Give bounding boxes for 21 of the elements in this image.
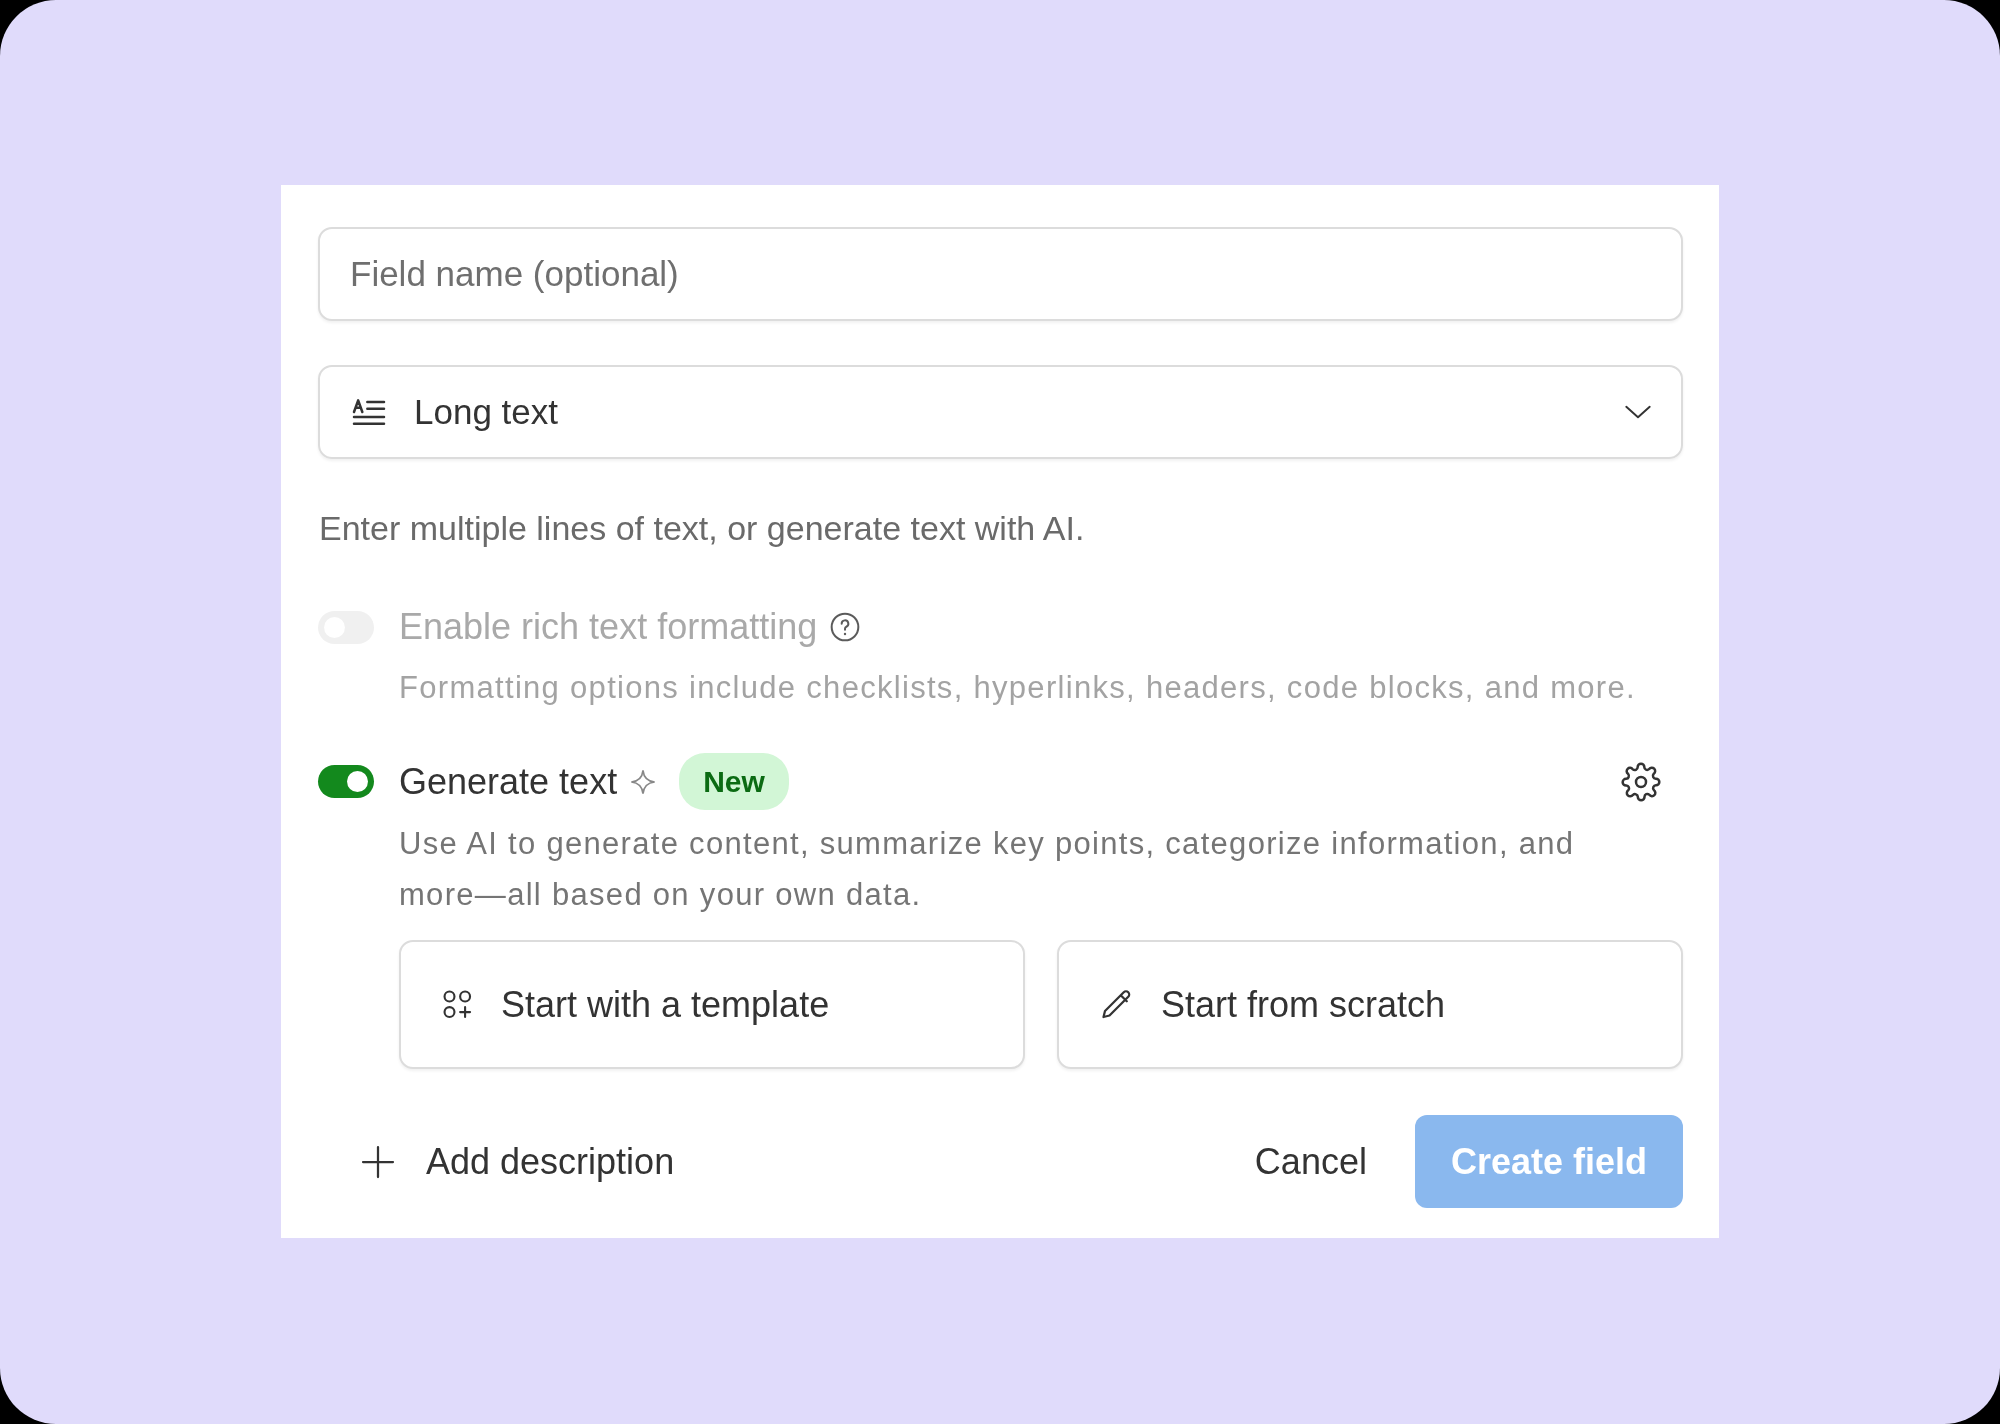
action-button[interactable]: Start from scratch — [1057, 940, 1683, 1069]
long-text-icon — [350, 397, 388, 427]
option-description: Formatting options include checklists, hyperlinks, headers, code blocks, and more. — [399, 669, 1637, 707]
type-description: Enter multiple lines of text, or generate text with AI. — [319, 508, 1086, 549]
option-label: Enable rich text formatting — [399, 605, 818, 649]
field-name-input[interactable]: Field name (optional) — [318, 227, 1683, 321]
action-button[interactable]: Start with a template — [399, 940, 1025, 1069]
plus-icon — [360, 1143, 396, 1180]
option-description: Use AI to generate content, summarize key points, categorize information, and more—all based on your own data. — [399, 825, 1576, 914]
settings-button[interactable] — [1621, 761, 1661, 802]
settings-icon — [1621, 761, 1661, 802]
add-description-button[interactable]: Add description — [360, 1134, 675, 1189]
cancel-button[interactable]: Cancel — [1254, 1134, 1367, 1189]
field-type-select[interactable]: Long text — [318, 365, 1683, 459]
option-label: Generate text — [399, 759, 618, 804]
new-badge: New — [679, 753, 789, 810]
chevron-down-icon — [1625, 404, 1651, 420]
toggle-switch[interactable] — [318, 765, 374, 798]
sparkle-icon — [629, 767, 658, 796]
help-icon — [829, 611, 862, 643]
select-value: Long text — [414, 390, 559, 433]
